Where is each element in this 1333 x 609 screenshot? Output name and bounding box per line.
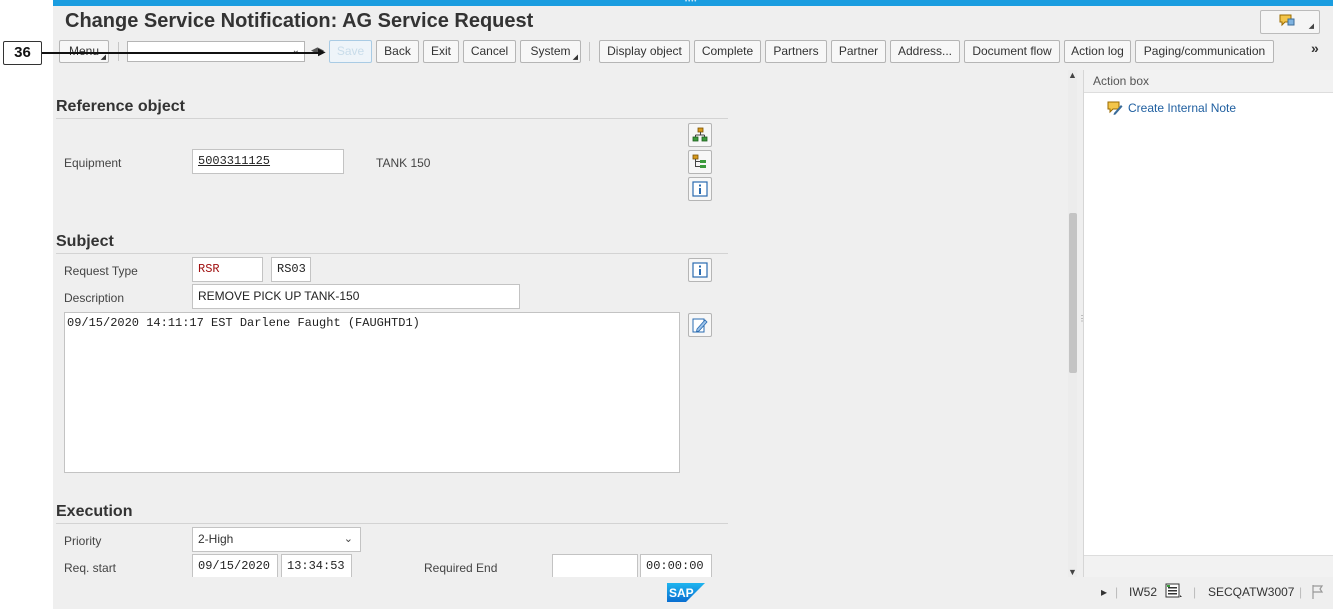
request-type-label: Request Type [64, 264, 138, 278]
page-title: Change Service Notification: AG Service … [65, 10, 534, 32]
section-divider [56, 118, 728, 119]
dropdown-caret-icon: ◢ [100, 54, 106, 61]
equipment-field[interactable]: 5003311125 [192, 149, 344, 174]
drag-grip-icon[interactable]: •••• [685, 0, 701, 5]
subject-title: Subject [56, 233, 114, 250]
action-log-button[interactable]: Action log [1064, 40, 1131, 63]
transaction-code: IW52 [1129, 585, 1158, 599]
callout-arrow-icon: ▶ [318, 47, 326, 58]
edit-long-text-button[interactable] [688, 313, 712, 337]
subject-info-button[interactable] [688, 258, 712, 282]
system-button[interactable]: System ◢ [520, 40, 581, 63]
system-label: System [530, 44, 571, 58]
back-button[interactable]: Back [376, 40, 419, 63]
display-object-button[interactable]: Display object [599, 40, 690, 63]
document-flow-button[interactable]: Document flow [964, 40, 1060, 63]
info-icon [692, 262, 708, 278]
status-divider: | [1115, 585, 1119, 599]
save-button[interactable]: Save [329, 40, 372, 63]
sap-logo-text: SAP [669, 586, 694, 600]
required-end-date-field[interactable] [552, 554, 638, 577]
status-bar: SAP ▸ | IW52 | SECQATW3007 | [53, 577, 1333, 609]
sap-gui-window: •••• Change Service Notification: AG Ser… [53, 0, 1333, 609]
notification-form: Reference object Equipment 5003311125 TA… [53, 70, 1068, 577]
create-internal-note-link[interactable]: Create Internal Note [1128, 101, 1236, 115]
required-end-label: Required End [424, 561, 498, 575]
chat-bubble-icon [1279, 14, 1295, 27]
equipment-label: Equipment [64, 156, 122, 170]
status-divider: | [1299, 585, 1303, 599]
equipment-description: TANK 150 [376, 156, 431, 170]
main-scrollbar[interactable]: ▲ ▼ [1068, 70, 1077, 577]
request-type-code-field[interactable]: RS03 [271, 257, 311, 282]
callout-pointer-line [42, 52, 321, 54]
status-divider: | [1193, 585, 1197, 599]
edit-pencil-icon [692, 318, 708, 333]
description-label: Description [64, 291, 125, 305]
req-start-label: Req. start [64, 561, 117, 575]
required-end-time-field[interactable]: 00:00:00 [640, 554, 712, 577]
description-field[interactable]: REMOVE PICK UP TANK-150 [192, 284, 520, 309]
req-start-time-field[interactable]: 13:34:53 [281, 554, 352, 577]
sap-logo: SAP [667, 583, 705, 602]
flag-icon[interactable] [1311, 584, 1325, 603]
exit-button[interactable]: Exit [423, 40, 459, 63]
reference-object-title: Reference object [56, 98, 185, 115]
dropdown-caret-icon: ◢ [572, 54, 578, 61]
dropdown-caret-icon: ◢ [1308, 23, 1314, 30]
menu-label: Menu [68, 44, 100, 58]
partner-button[interactable]: Partner [831, 40, 886, 63]
session-list-icon[interactable] [1165, 583, 1183, 602]
action-box-header: Action box [1084, 70, 1333, 93]
cancel-button[interactable]: Cancel [463, 40, 516, 63]
scroll-down-icon[interactable]: ▼ [1068, 567, 1077, 577]
scroll-up-icon[interactable]: ▲ [1068, 70, 1077, 80]
info-icon [692, 181, 708, 197]
structure-button[interactable] [688, 123, 712, 147]
structure-list-button[interactable] [688, 150, 712, 174]
top-accent-bar: •••• [53, 0, 1333, 6]
action-box-panel: Action box Create Internal Note [1083, 70, 1333, 577]
partners-button[interactable]: Partners [765, 40, 827, 63]
paging-communication-button[interactable]: Paging/communication [1135, 40, 1274, 63]
equipment-info-button[interactable] [688, 177, 712, 201]
priority-value: 2-High [198, 532, 234, 546]
scrollbar-thumb[interactable] [1069, 213, 1077, 373]
long-text-editor[interactable]: 09/15/2020 14:11:17 EST Darlene Faught (… [64, 312, 680, 473]
execution-title: Execution [56, 503, 133, 520]
req-start-date-field[interactable]: 09/15/2020 [192, 554, 278, 577]
complete-button[interactable]: Complete [694, 40, 761, 63]
hierarchy-icon [692, 127, 708, 142]
chevron-down-icon[interactable]: ⌄ [292, 45, 300, 56]
chevron-down-icon: ⌄ [343, 533, 353, 545]
priority-select[interactable]: 2-High ⌄ [192, 527, 361, 552]
toolbar-divider [589, 42, 590, 61]
system-name: SECQATW3007 [1208, 585, 1295, 599]
step-callout-badge: 36 [3, 41, 42, 65]
section-divider [56, 253, 728, 254]
address-button[interactable]: Address... [890, 40, 960, 63]
section-divider [56, 523, 728, 524]
play-triangle-icon[interactable]: ▸ [1101, 585, 1107, 599]
structure-list-icon [692, 154, 706, 168]
priority-label: Priority [64, 534, 102, 548]
customize-layout-button[interactable]: ◢ [1260, 10, 1320, 34]
note-pencil-icon [1107, 101, 1123, 115]
request-type-field[interactable]: RSR [192, 257, 263, 282]
more-actions-icon[interactable]: » [1311, 40, 1319, 56]
action-box-footer [1084, 555, 1333, 577]
